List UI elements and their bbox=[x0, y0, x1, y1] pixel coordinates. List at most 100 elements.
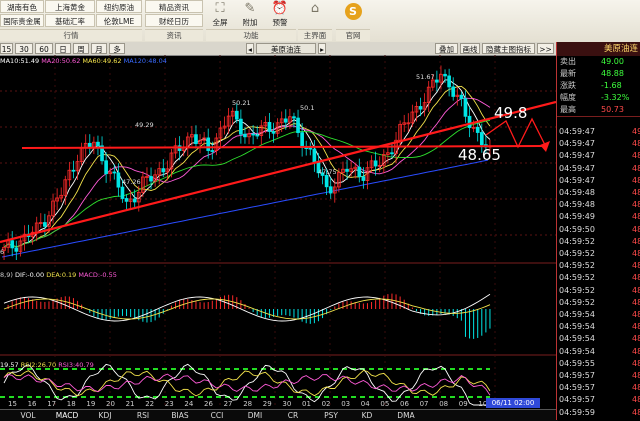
section-label-function: 功能 bbox=[206, 29, 296, 41]
tab-macd[interactable]: MACD bbox=[52, 410, 82, 421]
candle-body bbox=[467, 115, 472, 128]
market-button-fx-rates[interactable]: 基础汇率 bbox=[45, 14, 95, 27]
hide-main-indicators-button[interactable]: 隐藏主图指标 bbox=[482, 43, 535, 54]
ma-long-line bbox=[3, 119, 491, 248]
x-axis-tick-label: 03 bbox=[341, 400, 350, 408]
tab-rsi[interactable]: RSI bbox=[130, 410, 156, 421]
tick-price: 48 bbox=[632, 407, 640, 417]
draw-line-button[interactable]: 画线 bbox=[460, 43, 480, 54]
period-week[interactable]: 周 bbox=[73, 43, 89, 54]
tick-row: 04:59:54 48 bbox=[557, 321, 640, 333]
x-axis-tick-label: 01 bbox=[302, 400, 311, 408]
website-button[interactable]: S bbox=[338, 1, 368, 28]
tick-time: 04:59:47 bbox=[559, 175, 595, 185]
section-label-market: 行情 bbox=[0, 29, 142, 41]
alert-button[interactable]: ⏰ 预警 bbox=[266, 1, 294, 28]
chart-title: 美原油连 bbox=[256, 43, 316, 54]
tick-time: 04:59:59 bbox=[559, 407, 595, 417]
prev-symbol-arrow-icon[interactable]: ◂ bbox=[246, 43, 254, 54]
candle-body bbox=[71, 169, 76, 172]
pencil-icon: ✎ bbox=[244, 1, 256, 16]
candle-body bbox=[328, 186, 333, 194]
tab-bias[interactable]: BIAS bbox=[166, 410, 194, 421]
tick-row: 04:59:52 48 bbox=[557, 248, 640, 260]
tick-row: 04:59:50 48 bbox=[557, 224, 640, 236]
rsi-panel bbox=[0, 363, 491, 406]
featured-news-button[interactable]: 精品资讯 bbox=[145, 0, 203, 13]
section-label-info: 资讯 bbox=[145, 29, 203, 41]
market-button-lme[interactable]: 伦敦LME bbox=[96, 14, 142, 27]
candle-body bbox=[243, 133, 247, 138]
section-label-website: 官网 bbox=[336, 29, 370, 41]
period-30m[interactable]: 30 bbox=[15, 43, 33, 54]
tick-row: 04:59:47 48 bbox=[557, 163, 640, 175]
tab-cr[interactable]: CR bbox=[282, 410, 304, 421]
market-button-nymex-crude[interactable]: 纽约原油 bbox=[96, 0, 142, 13]
period-multi[interactable]: 多 bbox=[109, 43, 125, 54]
tab-psy[interactable]: PSY bbox=[318, 410, 344, 421]
price-label-edge: 6 bbox=[0, 248, 5, 256]
tick-time: 04:59:52 bbox=[559, 285, 595, 295]
overlay-button[interactable]: 叠加 bbox=[435, 43, 458, 54]
rsi2-line bbox=[3, 370, 491, 397]
tab-dmi[interactable]: DMI bbox=[242, 410, 268, 421]
quote-row: 最高 50.73 bbox=[557, 104, 640, 116]
candle-body bbox=[267, 122, 272, 132]
candle-body bbox=[312, 148, 317, 163]
tick-row: 04:59:49 48 bbox=[557, 211, 640, 223]
tab-cci[interactable]: CCI bbox=[204, 410, 230, 421]
market-button-hunan-nonferrous[interactable]: 湖南有色 bbox=[0, 0, 44, 13]
macd-dif-line bbox=[3, 293, 491, 322]
alert-label: 预警 bbox=[272, 18, 288, 27]
indicator-tabs: VOL MACD KDJ RSI BIAS CCI DMI CR PSY KD … bbox=[0, 409, 558, 421]
section-label-home: 主界面 bbox=[298, 29, 332, 41]
x-axis-tick-label: 15 bbox=[8, 400, 17, 408]
candle-body bbox=[10, 240, 15, 249]
x-axis-tick-label: 28 bbox=[243, 400, 252, 408]
arrow-head bbox=[540, 141, 550, 152]
price-label-4929: 49.29 bbox=[135, 121, 154, 129]
rsi-legend: 19.57 RSI2:26.70 RSI3:40.79 bbox=[0, 361, 94, 369]
attach-button[interactable]: ✎ 附加 bbox=[236, 1, 264, 28]
tick-price: 48 bbox=[632, 285, 640, 295]
tick-price: 48 bbox=[632, 249, 640, 258]
market-button-shanghai-gold[interactable]: 上海黄金 bbox=[45, 0, 95, 13]
tick-price: 48 bbox=[632, 224, 640, 234]
tick-price: 48 bbox=[632, 236, 640, 246]
tab-kdj[interactable]: KDJ bbox=[92, 410, 118, 421]
period-15m[interactable]: 15 bbox=[0, 43, 13, 54]
market-button-precious-metals[interactable]: 国际贵金属 bbox=[0, 14, 44, 27]
tick-row: 04:59:54 48 bbox=[557, 346, 640, 358]
tick-price: 48 bbox=[632, 383, 640, 393]
tick-time: 04:59:54 bbox=[559, 346, 595, 356]
rsi2-value: RSI2:26.70 bbox=[20, 361, 57, 369]
quote-row: 涨跌 -1.68 bbox=[557, 80, 640, 92]
candle-body bbox=[459, 94, 464, 100]
candle-body bbox=[451, 86, 456, 97]
fullscreen-button[interactable]: ⛶ 全屏 bbox=[206, 1, 234, 28]
candlestick-chart[interactable]: 15 16 17 18 19 20 21 22 23 24 26 27 28 29 30 01 02 03 04 05… bbox=[0, 55, 556, 409]
tab-kd[interactable]: KD bbox=[356, 410, 378, 421]
candle-body bbox=[14, 247, 19, 252]
annotation-upper: 49.8 bbox=[494, 104, 528, 122]
x-axis-tick-label: 18 bbox=[67, 400, 76, 408]
x-axis-tick-label: 30 bbox=[282, 400, 291, 408]
home-button[interactable]: ⌂ bbox=[300, 1, 330, 28]
quote-label: 卖出 bbox=[560, 57, 576, 66]
period-day[interactable]: 日 bbox=[55, 43, 71, 54]
x-axis-tick-label: 09 bbox=[459, 400, 468, 408]
period-month[interactable]: 月 bbox=[91, 43, 107, 54]
tick-price: 48 bbox=[632, 346, 640, 356]
period-60m[interactable]: 60 bbox=[35, 43, 53, 54]
tab-vol[interactable]: VOL bbox=[14, 410, 42, 421]
chart-toolbar: 15 30 60 日 周 月 多 ◂ 美原油连 ▸ 叠加 画线 隐藏主图指标 >… bbox=[0, 42, 558, 56]
website-logo-icon: S bbox=[344, 3, 362, 20]
expand-panel-button[interactable]: >> bbox=[537, 43, 554, 54]
rsi1-line bbox=[3, 363, 490, 406]
candle-body bbox=[373, 160, 378, 167]
candle-body bbox=[435, 79, 439, 83]
tick-row: 04:59:48 48 bbox=[557, 199, 640, 211]
tab-dma[interactable]: DMA bbox=[392, 410, 420, 421]
economic-calendar-button[interactable]: 财经日历 bbox=[145, 14, 203, 27]
next-symbol-arrow-icon[interactable]: ▸ bbox=[318, 43, 326, 54]
